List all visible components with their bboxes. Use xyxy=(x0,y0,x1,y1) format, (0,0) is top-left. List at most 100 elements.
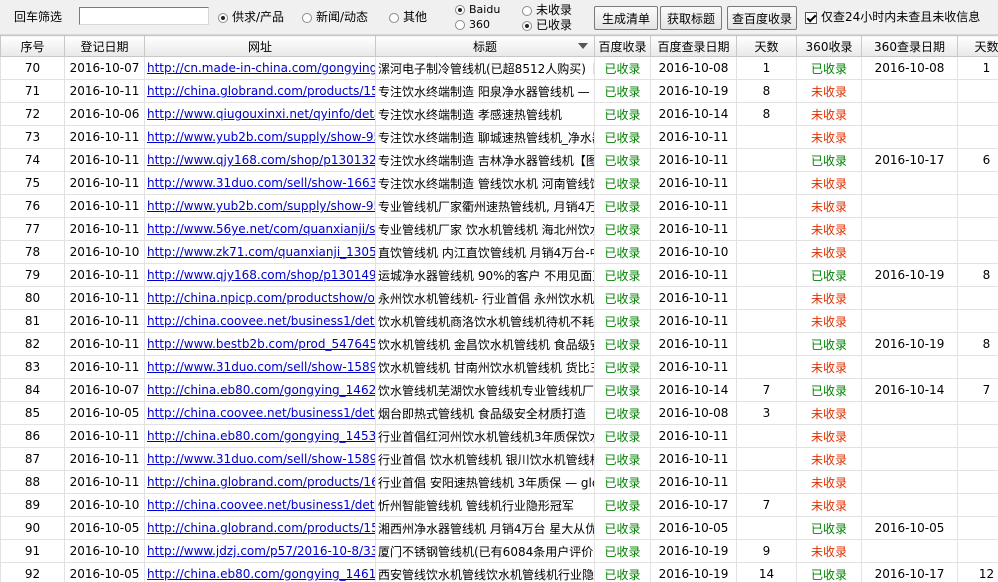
cell-reg-date: 2016-10-05 xyxy=(64,516,145,540)
table-row[interactable]: 78 2016-10-10 http://www.zk71.com/quanxian… xyxy=(0,240,998,264)
col-header-360-status[interactable]: 360收录 xyxy=(796,35,862,57)
cell-baidu-status: 已收录 xyxy=(594,539,651,563)
cell-url[interactable]: http://china.globrand.com/products/15765 xyxy=(144,79,376,103)
table-row[interactable]: 89 2016-10-10 http://china.coovee.net/busi… xyxy=(0,493,998,517)
table-row[interactable]: 77 2016-10-11 http://www.56ye.net/com/quan… xyxy=(0,217,998,241)
cell-baidu-days xyxy=(736,516,797,540)
table-row[interactable]: 71 2016-10-11 http://china.globrand.com/pr… xyxy=(0,79,998,103)
col-header-baidu-status[interactable]: 百度收录 xyxy=(594,35,651,57)
cell-url[interactable]: http://www.qiugouxinxi.net/qyinfo/detail… xyxy=(144,102,376,126)
radio-type-supply[interactable]: 供求/产品 xyxy=(218,10,284,24)
table-row[interactable]: 83 2016-10-11 http://www.31duo.com/sell/sh… xyxy=(0,355,998,379)
table-row[interactable]: 84 2016-10-07 http://china.eb80.com/gongyi… xyxy=(0,378,998,402)
col-header-index[interactable]: 序号 xyxy=(0,35,65,57)
cell-url[interactable]: http://www.qjy168.com/shop/p130149098 xyxy=(144,263,376,287)
col-header-url[interactable]: 网址 xyxy=(144,35,376,57)
cell-reg-date: 2016-10-11 xyxy=(64,332,145,356)
cell-url[interactable]: http://www.31duo.com/sell/show-15891.ht xyxy=(144,355,376,379)
table-row[interactable]: 70 2016-10-07 http://cn.made-in-china.com/… xyxy=(0,56,998,80)
cell-360-days xyxy=(957,447,998,471)
table-row[interactable]: 79 2016-10-11 http://www.qjy168.com/shop/p… xyxy=(0,263,998,287)
cell-url[interactable]: http://china.coovee.net/business1/detail… xyxy=(144,493,376,517)
cell-url[interactable]: http://www.jdzj.com/p57/2016-10-8/336231 xyxy=(144,539,376,563)
table-row[interactable]: 85 2016-10-05 http://china.coovee.net/busi… xyxy=(0,401,998,425)
cell-title: 厦门不锈钢管线机(已有6084条用户评价) xyxy=(375,539,595,563)
cell-baidu-days xyxy=(736,355,797,379)
cell-url[interactable]: http://www.qjy168.com/shop/p130132081 xyxy=(144,148,376,172)
cell-reg-date: 2016-10-11 xyxy=(64,447,145,471)
col-header-title[interactable]: 标题 xyxy=(375,35,595,57)
table-row[interactable]: 88 2016-10-11 http://china.globrand.com/pr… xyxy=(0,470,998,494)
check-baidu-button[interactable]: 查百度收录 xyxy=(727,6,797,30)
cell-url[interactable]: http://www.56ye.net/com/quanxianji/sell/… xyxy=(144,217,376,241)
cell-url[interactable]: http://www.31duo.com/sell/show-16636.ht xyxy=(144,171,376,195)
cell-url[interactable]: http://china.eb80.com/gongying_14627847 xyxy=(144,378,376,402)
only-24h-checkbox[interactable]: 仅查24小时内未查且未收信息 xyxy=(805,10,980,24)
table-row[interactable]: 86 2016-10-11 http://china.eb80.com/gongyi… xyxy=(0,424,998,448)
cell-baidu-days xyxy=(736,447,797,471)
radio-type-news[interactable]: 新闻/动态 xyxy=(302,10,368,24)
cell-index: 70 xyxy=(0,56,65,80)
table-row[interactable]: 92 2016-10-05 http://china.eb80.com/gongyi… xyxy=(0,562,998,582)
radio-status-indexed[interactable]: 已收录 xyxy=(522,18,572,32)
col-header-baidu-date[interactable]: 百度查录日期 xyxy=(650,35,737,57)
cell-url[interactable]: http://cn.made-in-china.com/gongying/qua xyxy=(144,56,376,80)
cell-baidu-days: 7 xyxy=(736,493,797,517)
table-row[interactable]: 87 2016-10-11 http://www.31duo.com/sell/sh… xyxy=(0,447,998,471)
cell-baidu-days: 8 xyxy=(736,102,797,126)
cell-url[interactable]: http://china.coovee.net/business1/detail… xyxy=(144,401,376,425)
table-row[interactable]: 76 2016-10-11 http://www.yub2b.com/supply/… xyxy=(0,194,998,218)
cell-reg-date: 2016-10-11 xyxy=(64,148,145,172)
col-header-baidu-days[interactable]: 天数 xyxy=(736,35,797,57)
cell-reg-date: 2016-10-11 xyxy=(64,355,145,379)
cell-baidu-date: 2016-10-11 xyxy=(650,217,737,241)
cell-360-days xyxy=(957,424,998,448)
cell-baidu-status: 已收录 xyxy=(594,378,651,402)
cell-url[interactable]: http://china.coovee.net/business1/detail… xyxy=(144,309,376,333)
cell-title: 永州饮水机管线机- 行业首倡 永州饮水机管 xyxy=(375,286,595,310)
cell-360-date xyxy=(861,125,958,149)
cell-url[interactable]: http://www.yub2b.com/supply/show-95350 xyxy=(144,125,376,149)
filter-input[interactable] xyxy=(79,7,209,25)
col-header-360-date[interactable]: 360查录日期 xyxy=(861,35,958,57)
cell-baidu-date: 2016-10-11 xyxy=(650,171,737,195)
radio-engine-360[interactable]: 360 xyxy=(455,19,490,31)
cell-url[interactable]: http://china.globrand.com/products/15624 xyxy=(144,516,376,540)
cell-url[interactable]: http://china.eb80.com/gongying_14537670 xyxy=(144,424,376,448)
radio-engine-baidu[interactable]: Baidu xyxy=(455,4,500,16)
cell-360-days: 12 xyxy=(957,562,998,582)
table-row[interactable]: 90 2016-10-05 http://china.globrand.com/pr… xyxy=(0,516,998,540)
radio-type-other[interactable]: 其他 xyxy=(389,10,427,24)
cell-url[interactable]: http://china.globrand.com/products/16291… xyxy=(144,470,376,494)
cell-url[interactable]: http://www.zk71.com/quanxianji_1305/proc xyxy=(144,240,376,264)
cell-index: 89 xyxy=(0,493,65,517)
cell-index: 86 xyxy=(0,424,65,448)
table-row[interactable]: 72 2016-10-06 http://www.qiugouxinxi.net/q… xyxy=(0,102,998,126)
table-row[interactable]: 73 2016-10-11 http://www.yub2b.com/supply/… xyxy=(0,125,998,149)
table-row[interactable]: 82 2016-10-11 http://www.bestb2b.com/prod_… xyxy=(0,332,998,356)
table-row[interactable]: 81 2016-10-11 http://china.coovee.net/busi… xyxy=(0,309,998,333)
get-title-button[interactable]: 获取标题 xyxy=(660,6,722,30)
cell-url[interactable]: http://china.npicp.com/productshow/offer… xyxy=(144,286,376,310)
cell-url[interactable]: http://china.eb80.com/gongying_14610218 xyxy=(144,562,376,582)
generate-list-button[interactable]: 生成清单 xyxy=(594,6,658,30)
table-row[interactable]: 74 2016-10-11 http://www.qjy168.com/shop/p… xyxy=(0,148,998,172)
cell-baidu-status: 已收录 xyxy=(594,148,651,172)
cell-url[interactable]: http://www.bestb2b.com/prod_54764510.h xyxy=(144,332,376,356)
cell-360-date: 2016-10-08 xyxy=(861,56,958,80)
radio-status-unindexed[interactable]: 未收录 xyxy=(522,3,572,17)
grid-body: 70 2016-10-07 http://cn.made-in-china.com/… xyxy=(0,56,998,582)
results-grid[interactable]: 序号 登记日期 网址 标题 百度收录 百度查录日期 天数 360收录 360查录… xyxy=(0,35,998,582)
cell-url[interactable]: http://www.yub2b.com/supply/show-95364 xyxy=(144,194,376,218)
table-row[interactable]: 75 2016-10-11 http://www.31duo.com/sell/sh… xyxy=(0,171,998,195)
cell-baidu-days xyxy=(736,125,797,149)
cell-url[interactable]: http://www.31duo.com/sell/show-15890.ht xyxy=(144,447,376,471)
cell-360-status: 已收录 xyxy=(796,562,862,582)
cell-title: 忻州智能管线机 管线机行业隐形冠军 xyxy=(375,493,595,517)
col-header-360-days[interactable]: 天数 xyxy=(957,35,998,57)
table-row[interactable]: 91 2016-10-10 http://www.jdzj.com/p57/2016… xyxy=(0,539,998,563)
cell-index: 81 xyxy=(0,309,65,333)
table-row[interactable]: 80 2016-10-11 http://china.npicp.com/produ… xyxy=(0,286,998,310)
cell-title: 漯河电子制冷管线机(已超8512人购买)【 xyxy=(375,56,595,80)
col-header-reg-date[interactable]: 登记日期 xyxy=(64,35,145,57)
